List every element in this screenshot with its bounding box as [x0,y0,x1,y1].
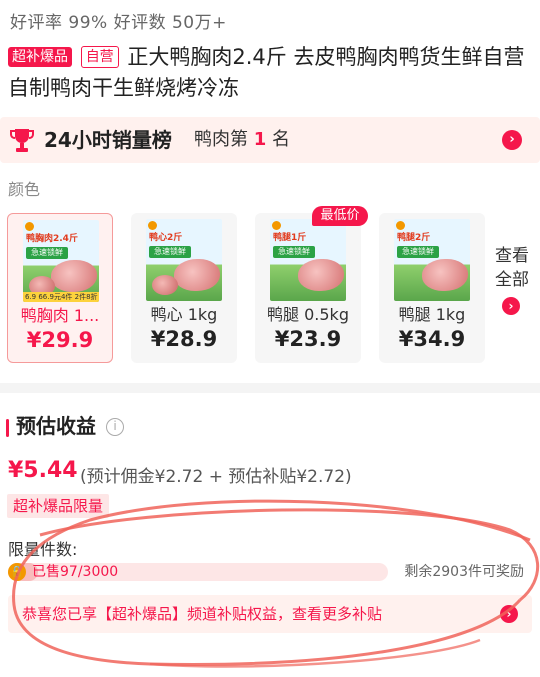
sales-ranking-bar[interactable]: 24小时销量榜 鸭肉第 1 名 › [0,117,540,163]
ranking-position: 鸭肉第 1 名 [194,129,290,150]
brand-logo-icon [396,221,405,230]
variant-thumbnail: 鸭心2斤 急速锁鲜 [146,219,222,301]
lock-icon: 🔒 [8,563,26,581]
trophy-icon [10,129,34,152]
chevron-right-icon[interactable]: › [502,297,520,315]
lowest-price-badge: 最低价 [312,206,368,226]
ranking-title: 24小时销量榜 [44,128,172,152]
variant-thumbnail: 鸭胸肉2.4斤 急速锁鲜 6.9 66.9元4件 2件8折 3件7折 [23,220,99,302]
variant-name: 鸭腿 1kg [398,305,466,324]
self-operated-tag: 自营 [80,46,119,68]
section-divider [0,383,540,393]
variant-list: 鸭胸肉2.4斤 急速锁鲜 6.9 66.9元4件 2件8折 3件7折 鸭胸肉 1… [7,213,540,363]
rating-stats: 好评率 99% 好评数 50万+ [10,13,227,33]
product-title-block: 超补爆品 自营 正大鸭胸肉2.4斤 去皮鸭胸肉鸭货生鲜自营自制鸭肉干生鲜烧烤冷冻 [8,42,532,104]
earnings-breakdown: (预计佣金¥2.72 + 预估补贴¥2.72) [80,467,352,487]
sold-count: 已售97/3000 [32,564,119,580]
limited-quantity-tag: 超补爆品限量 [7,494,110,518]
brand-logo-icon [148,221,157,230]
variant-name: 鸭胸肉 1... [20,306,100,325]
color-label: 颜色 [8,180,41,199]
variant-option[interactable]: 鸭腿2斤 急速锁鲜 鸭腿 1kg ¥34.9 [379,213,485,363]
earnings-amount: ¥5.44 [8,458,78,483]
view-all-button[interactable]: 查看全部 [490,244,534,292]
chevron-right-icon[interactable]: › [502,130,522,150]
brand-logo-icon [272,221,281,230]
variant-price: ¥29.9 [26,328,94,352]
remaining-count: 剩余2903件可奖励 [404,564,524,580]
info-icon[interactable]: i [106,418,124,436]
variant-price: ¥28.9 [150,327,218,351]
super-subsidy-tag: 超补爆品 [8,47,72,67]
brand-logo-icon [25,222,34,231]
variant-thumbnail: 鸭腿1斤 急速锁鲜 [270,219,346,301]
limit-count-label: 限量件数: [8,540,78,559]
variant-price: ¥34.9 [398,327,466,351]
variant-option[interactable]: 鸭腿1斤 急速锁鲜 鸭腿 0.5kg ¥23.9 [255,213,361,363]
section-accent-bar [6,419,9,437]
variant-thumbnail: 鸭腿2斤 急速锁鲜 [394,219,470,301]
chevron-right-icon[interactable]: › [500,605,518,623]
variant-name: 鸭腿 0.5kg [267,305,349,324]
variant-option[interactable]: 鸭心2斤 急速锁鲜 鸭心 1kg ¥28.9 [131,213,237,363]
variant-option[interactable]: 鸭胸肉2.4斤 急速锁鲜 6.9 66.9元4件 2件8折 3件7折 鸭胸肉 1… [7,213,113,363]
subsidy-promo-bar[interactable]: 恭喜您已享【超补爆品】频道补贴权益，查看更多补贴 › [8,595,532,633]
variant-price: ¥23.9 [274,327,342,351]
variant-name: 鸭心 1kg [150,305,218,324]
promo-text: 恭喜您已享【超补爆品】频道补贴权益，查看更多补贴 [22,605,383,623]
estimated-earnings-title: 预估收益 [16,414,96,438]
